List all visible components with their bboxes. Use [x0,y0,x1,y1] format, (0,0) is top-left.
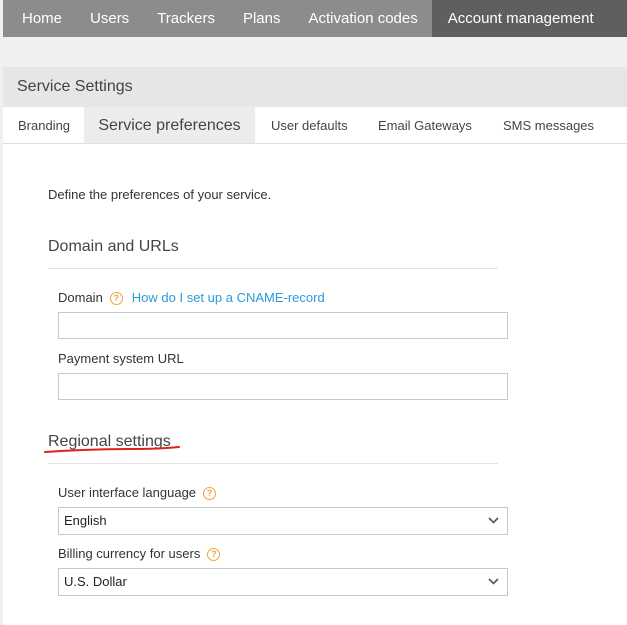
nav-item-trackers[interactable]: Trackers [143,0,229,37]
chevron-down-icon [488,517,499,524]
language-select-value: English [64,513,107,528]
settings-content: Define the preferences of your service. … [3,144,627,625]
currency-select-value: U.S. Dollar [64,574,127,589]
panel-header: Service Settings [3,67,627,107]
language-select[interactable]: English [58,507,508,535]
red-underline-annotation [44,446,180,453]
nav-item-account-management[interactable]: Account management [431,0,627,37]
payment-url-label: Payment system URL [58,351,184,366]
section-divider [48,268,498,269]
nav-item-users[interactable]: Users [76,0,143,37]
payment-url-input[interactable] [58,373,508,400]
nav-item-activation-codes[interactable]: Activation codes [295,0,432,37]
tab-branding[interactable]: Branding [18,107,70,143]
currency-label-row: Billing currency for users? [58,546,221,561]
tab-sms-messages[interactable]: SMS messages [503,107,594,143]
question-circle-icon[interactable]: ? [109,292,123,305]
section-divider [48,463,498,464]
currency-select[interactable]: U.S. Dollar [58,568,508,596]
section-title-domain: Domain and URLs [48,238,179,255]
domain-input[interactable] [58,312,508,339]
nav-item-plans[interactable]: Plans [229,0,295,37]
panel-title: Service Settings [17,78,133,95]
cname-help-link[interactable]: How do I set up a CNAME-record [132,290,325,305]
language-label: User interface language [58,485,197,500]
intro-text: Define the preferences of your service. [48,187,272,202]
domain-label: Domain [58,290,103,305]
nav-item-home[interactable]: Home [3,0,76,37]
top-nav: Home Users Trackers Plans Activation cod… [3,0,627,37]
tab-email-gateways[interactable]: Email Gateways [378,107,472,143]
language-label-row: User interface language? [58,485,217,500]
question-circle-icon[interactable]: ? [203,487,217,500]
domain-label-row: Domain? How do I set up a CNAME-record [58,290,325,305]
tab-service-preferences[interactable]: Service preferences [84,107,255,143]
currency-label: Billing currency for users [58,546,201,561]
settings-tabs: Branding Service preferences User defaul… [3,107,627,144]
question-circle-icon[interactable]: ? [207,548,221,561]
tab-user-defaults[interactable]: User defaults [271,107,348,143]
chevron-down-icon [488,578,499,585]
